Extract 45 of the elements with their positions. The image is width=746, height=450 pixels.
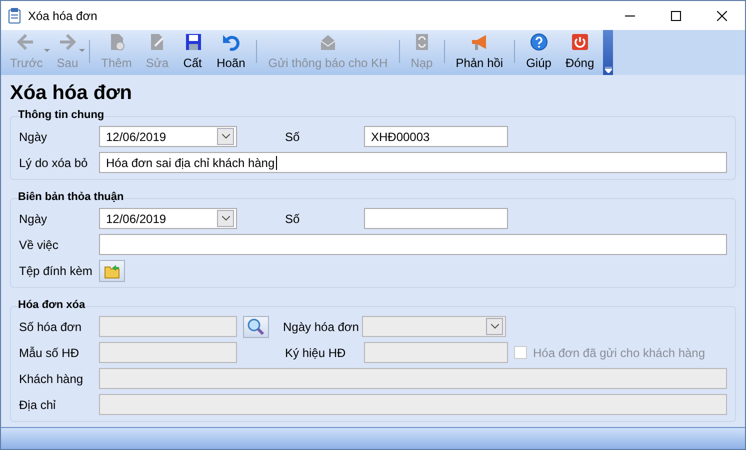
checkbox-label: Hóa đơn đã gửi cho khách hàng: [533, 344, 706, 362]
field-label: Khách hàng: [19, 370, 84, 388]
toolbar-button[interactable]: Cất: [176, 30, 210, 75]
field-label: Số: [284, 210, 301, 228]
close-icon: [717, 10, 727, 20]
field-label: Tệp đính kèm: [19, 262, 94, 280]
page-heading: Xóa hóa đơn: [10, 81, 134, 105]
toolbar-button[interactable]: Hoãn: [210, 30, 252, 75]
app-icon: [8, 8, 22, 24]
dropdown-icon[interactable]: [217, 128, 234, 145]
folder-icon: [104, 262, 120, 278]
field-label: Mẫu số HĐ: [19, 344, 80, 362]
toolbar-button[interactable]: Giúp: [519, 30, 558, 75]
field-label: Ký hiệu HĐ: [284, 344, 347, 362]
group-title: Hóa đơn xóa: [18, 298, 86, 312]
window-title: Xóa hóa đơn: [28, 8, 98, 24]
input-field[interactable]: XHĐ00003: [364, 126, 508, 147]
input-field[interactable]: Hóa đơn sai địa chỉ khách hàng: [99, 152, 727, 173]
search-icon: [247, 318, 265, 336]
field-label: Ngày hóa đơn: [283, 318, 360, 336]
group-title: Biên bản thỏa thuận: [18, 190, 125, 204]
field-label: Lý do xóa bỏ: [19, 154, 89, 172]
input-field[interactable]: [99, 234, 727, 255]
date-field[interactable]: 12/06/2019: [99, 208, 237, 229]
field-label: Số: [284, 128, 301, 146]
attach-button[interactable]: [99, 260, 125, 282]
dropdown-icon[interactable]: [217, 210, 234, 227]
search-button[interactable]: [243, 316, 269, 338]
toolbar-overflow-button[interactable]: [603, 30, 614, 75]
help-icon: [528, 32, 549, 52]
arrow-right-icon: [57, 32, 78, 52]
toolbar-button[interactable]: Phản hồi: [448, 30, 510, 75]
field-label: Về việc: [19, 236, 60, 254]
field-label: Địa chỉ: [19, 396, 57, 414]
date-field[interactable]: 12/06/2019: [99, 126, 237, 147]
maximize-icon: [671, 10, 681, 20]
field-label: Số hóa đơn: [19, 318, 83, 336]
power-icon: [570, 32, 590, 52]
chevron-down-icon: [604, 67, 612, 73]
undo-icon: [220, 32, 241, 52]
group-title: Thông tin chung: [18, 108, 106, 122]
toolbar-button[interactable]: Đóng: [558, 30, 602, 75]
field-label: Ngày: [19, 128, 48, 146]
field-label: Ngày: [19, 210, 48, 228]
input-field[interactable]: [364, 208, 508, 229]
